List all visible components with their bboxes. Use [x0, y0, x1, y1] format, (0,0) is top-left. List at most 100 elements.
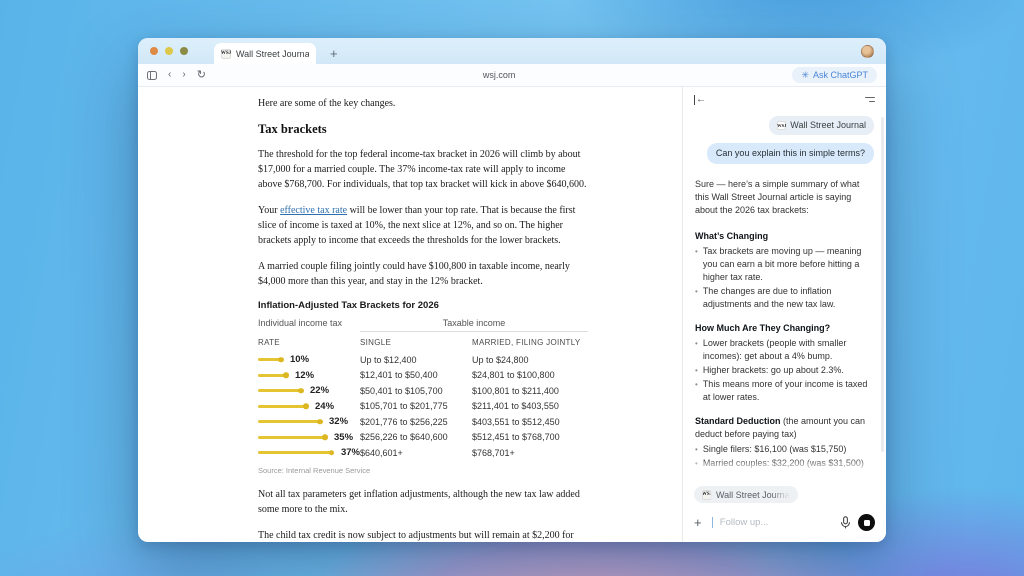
assistant-bullet: •The changes are due to inflation adjust…: [695, 285, 874, 311]
assistant-intro: Sure — here’s a simple summary of what t…: [695, 178, 874, 217]
married-range: $768,701+: [472, 448, 588, 458]
rate-value: 10%: [290, 354, 309, 365]
table-subhead-left: Individual income tax: [258, 318, 360, 332]
married-range: $211,401 to $403,550: [472, 401, 588, 411]
tax-bracket-table: Inflation-Adjusted Tax Brackets for 2026…: [258, 300, 588, 475]
table-title: Inflation-Adjusted Tax Brackets for 2026: [258, 300, 588, 311]
tab-bar: WSJ Wall Street Journal +: [138, 38, 886, 64]
assistant-section-heading: How Much Are They Changing?: [695, 322, 874, 335]
table-row: 37%$640,601+$768,701+: [258, 445, 588, 461]
close-window-button[interactable]: [150, 47, 158, 55]
tab-wall-street-journal[interactable]: WSJ Wall Street Journal: [214, 43, 316, 64]
married-range: $512,451 to $768,700: [472, 432, 588, 442]
maximize-window-button[interactable]: [180, 47, 188, 55]
assistant-bullet: •Lower brackets (people with smaller inc…: [695, 337, 874, 363]
chat-transcript: WSJ Wall Street Journal Can you explain …: [683, 112, 886, 476]
composer-context-chip[interactable]: WSJ Wall Street Journa: [694, 486, 798, 503]
context-chip-wsj[interactable]: WSJ Wall Street Journal: [769, 116, 874, 135]
browser-toolbar: ‹ › ↻ wsj.com ✳ Ask ChatGPT: [138, 64, 886, 87]
rate-lollipop-bar: [258, 451, 332, 454]
article-paragraph: Your effective tax rate will be lower th…: [258, 203, 588, 248]
assistant-bullet: •This means more of your income is taxed…: [695, 378, 874, 404]
assistant-bullet: •Most people will use this rather than i…: [695, 471, 874, 476]
minimize-window-button[interactable]: [165, 47, 173, 55]
assistant-bullet: •Single filers: $16,100 (was $15,750): [695, 443, 874, 456]
browser-window: WSJ Wall Street Journal + ‹ › ↻ wsj.com …: [138, 38, 886, 542]
window-controls: [150, 38, 188, 64]
article-intro: Here are some of the key changes.: [258, 96, 588, 111]
voice-stop-button[interactable]: [858, 514, 875, 531]
rate-value: 32%: [329, 416, 348, 427]
assistant-bullet: •Higher brackets: go up about 2.3%.: [695, 364, 874, 377]
rate-lollipop-bar: [258, 358, 281, 361]
rate-value: 22%: [310, 385, 329, 396]
article-paragraph: Not all tax parameters get inflation adj…: [258, 487, 588, 517]
rate-value: 12%: [295, 370, 314, 381]
composer-chip-label: Wall Street Journa: [716, 490, 790, 500]
married-range: $403,551 to $512,450: [472, 417, 588, 427]
bullet-dot: •: [695, 443, 698, 456]
assistant-bullet: •Tax brackets are moving up — meaning yo…: [695, 245, 874, 284]
bullet-dot: •: [695, 285, 698, 311]
ask-chatgpt-label: Ask ChatGPT: [813, 70, 868, 80]
rate-lollipop-bar: [258, 374, 286, 377]
table-row: 35%$256,226 to $640,600$512,451 to $768,…: [258, 430, 588, 446]
single-range: $201,776 to $256,225: [360, 417, 472, 427]
married-range: Up to $24,800: [472, 355, 588, 365]
article-paragraph: The child tax credit is now subject to a…: [258, 528, 588, 543]
text-caret: [712, 517, 713, 528]
article-heading-tax-brackets: Tax brackets: [258, 122, 588, 137]
single-range: $640,601+: [360, 448, 472, 458]
user-message-bubble: Can you explain this in simple terms?: [707, 143, 874, 164]
wsj-favicon-icon: WSJ: [221, 49, 231, 59]
address-bar[interactable]: wsj.com: [206, 70, 793, 80]
article-pane: Here are some of the key changes. Tax br…: [138, 87, 682, 542]
composer: WSJ Wall Street Journa + Follow up...: [683, 476, 886, 542]
table-row: 12%$12,401 to $50,400$24,801 to $100,800: [258, 368, 588, 384]
effective-tax-rate-link[interactable]: effective tax rate: [280, 205, 347, 216]
rate-lollipop-bar: [258, 436, 325, 439]
single-range: $12,401 to $50,400: [360, 370, 472, 380]
rate-lollipop-bar: [258, 389, 301, 392]
user-avatar[interactable]: [861, 45, 874, 58]
context-chip-label: Wall Street Journal: [790, 119, 866, 132]
sidebar-scrollbar[interactable]: [881, 117, 884, 452]
attach-plus-icon[interactable]: +: [694, 516, 702, 529]
bullet-dot: •: [695, 245, 698, 284]
collapse-sidebar-icon[interactable]: ←: [694, 95, 706, 105]
assistant-section-heading: What’s Changing: [695, 230, 874, 243]
table-column-headers: RATE SINGLE MARRIED, FILING JOINTLY: [258, 338, 588, 347]
reload-icon[interactable]: ↻: [197, 70, 206, 81]
chatgpt-icon: ✳: [801, 71, 809, 80]
wsj-favicon-icon: WSJ: [702, 490, 712, 500]
new-tab-button[interactable]: +: [330, 43, 338, 64]
bullet-dot: •: [695, 457, 698, 470]
assistant-section-heading: Standard Deduction (the amount you can d…: [695, 415, 874, 441]
married-range: $100,801 to $211,400: [472, 386, 588, 396]
ask-chatgpt-button[interactable]: ✳ Ask ChatGPT: [792, 67, 877, 83]
single-range: Up to $12,400: [360, 355, 472, 365]
microphone-icon[interactable]: [840, 516, 851, 529]
rate-value: 37%: [341, 447, 360, 458]
article-paragraph: A married couple filing jointly could ha…: [258, 259, 588, 289]
sidebar-header: ←: [683, 87, 886, 112]
assistant-bullet: •Married couples: $32,200 (was $31,500): [695, 457, 874, 470]
table-row: 10% Up to $12,400Up to $24,800: [258, 352, 588, 368]
back-icon[interactable]: ‹: [168, 70, 171, 80]
menu-icon[interactable]: [865, 97, 875, 102]
toggle-sidebar-icon[interactable]: [147, 71, 157, 80]
single-range: $105,701 to $201,775: [360, 401, 472, 411]
bullet-dot: •: [695, 337, 698, 363]
follow-up-input[interactable]: Follow up...: [720, 517, 833, 528]
tab-title: Wall Street Journal: [236, 49, 309, 59]
table-row: 32% $201,776 to $256,225$403,551 to $512,…: [258, 414, 588, 430]
chatgpt-sidebar: ← WSJ Wall Street Journal Can you explai…: [682, 87, 886, 542]
article-paragraph: The threshold for the top federal income…: [258, 147, 588, 192]
table-row: 22%$50,401 to $105,700$100,801 to $211,4…: [258, 383, 588, 399]
assistant-message: Sure — here’s a simple summary of what t…: [695, 178, 874, 476]
rate-lollipop-bar: [258, 405, 306, 408]
table-source: Source: Internal Revenue Service: [258, 466, 588, 475]
bullet-dot: •: [695, 378, 698, 404]
table-subhead-right: Taxable income: [360, 318, 588, 332]
forward-icon[interactable]: ›: [182, 70, 185, 80]
